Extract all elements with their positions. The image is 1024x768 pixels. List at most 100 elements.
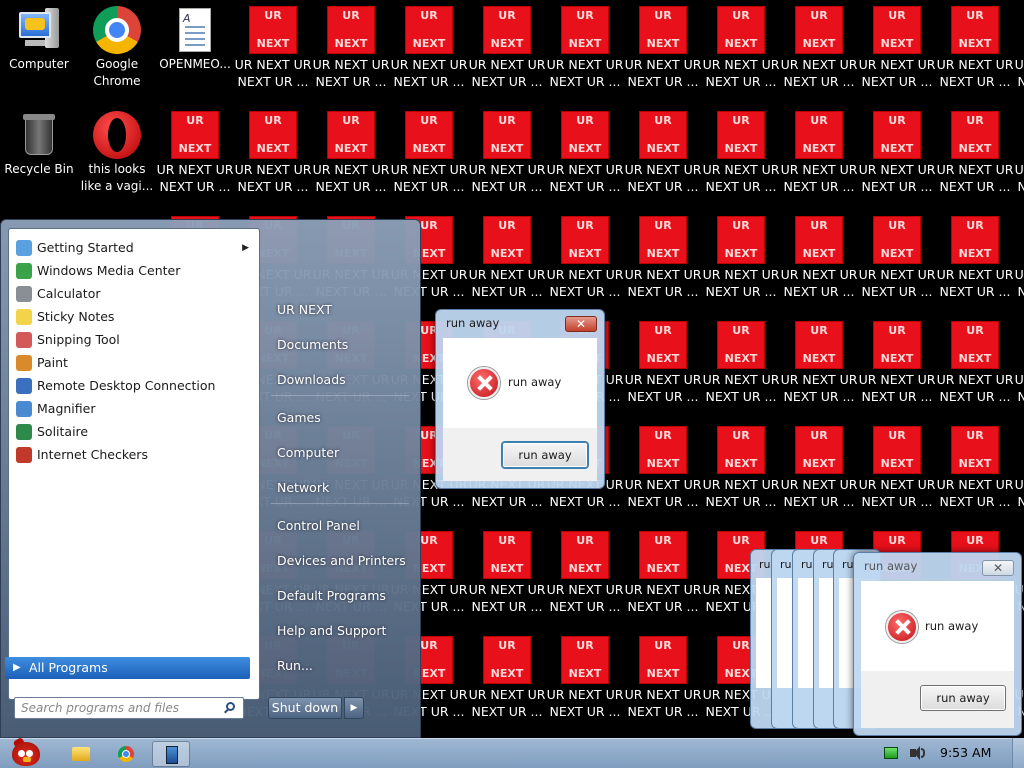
desktop-icon-ur-next[interactable]: URNEXTUR NEXT URNEXT UR ... [858, 0, 936, 90]
desktop-icon-ur-next[interactable]: URNEXTUR NEXT URNEXT UR ... [936, 315, 1014, 405]
desktop-icon-ur-next[interactable]: URNEXTUR NEXT URNEXT UR ... [624, 525, 702, 615]
desktop-icon-openmeo[interactable]: A OPENMEO... [156, 0, 234, 73]
desktop-icon-ur-next[interactable]: URNEXTUR NEXT URNEXT UR ... [546, 525, 624, 615]
run-away-dialog[interactable]: run away ✕ run away run away [435, 309, 605, 489]
desktop-icon-ur-next[interactable]: URNEXTUR NEXT URNEXT UR ... [702, 420, 780, 510]
desktop-icon-ur-next[interactable]: URNEXTUR NEXT URNEXT UR ... [780, 315, 858, 405]
show-desktop-button[interactable] [1012, 738, 1024, 768]
start-link-run[interactable]: Run... [277, 657, 313, 675]
desktop-icon-ur-next[interactable]: URNEXTUR NEXT URNEXT UR ... [1014, 315, 1024, 405]
desktop-icon-ur-next[interactable]: URNEXTUR NEXT URNEXT UR ... [624, 630, 702, 720]
desktop-icon-ur-next[interactable]: URNEXTUR NEXT URNEXT UR ... [624, 105, 702, 195]
desktop-icon-ur-next[interactable]: URNEXTUR NEXT URNEXT UR ... [312, 0, 390, 90]
start-link-control-panel[interactable]: Control Panel [277, 517, 360, 535]
desktop-icon-ur-next[interactable]: URNEXTUR NEXT URNEXT UR ... [156, 105, 234, 195]
start-program-remote-desktop-connection[interactable]: Remote Desktop Connection [13, 375, 257, 397]
desktop-icon-ur-next[interactable]: URNEXTUR NEXT URNEXT UR ... [546, 630, 624, 720]
desktop-icon-ur-next[interactable]: URNEXTUR NEXT URNEXT UR ... [546, 0, 624, 90]
desktop-icon-chrome[interactable]: Google Chrome [78, 0, 156, 90]
desktop-icon-label: UR NEXT UR [858, 162, 936, 177]
desktop-icon-ur-next[interactable]: URNEXTUR NEXT URNEXT UR ... [624, 315, 702, 405]
desktop-icon-ur-next[interactable]: URNEXTUR NEXT URNEXT UR ... [936, 420, 1014, 510]
next-text: NEXT [880, 457, 914, 470]
next-text: NEXT [802, 142, 836, 155]
desktop-icon-ur-next[interactable]: URNEXTUR NEXT URNEXT UR ... [936, 105, 1014, 195]
desktop-icon-ur-next[interactable]: URNEXTUR NEXT URNEXT UR ... [468, 105, 546, 195]
start-link-default-programs[interactable]: Default Programs [277, 587, 386, 605]
start-link-computer[interactable]: Computer [277, 444, 339, 462]
desktop-icon-ur-next[interactable]: URNEXTUR NEXT URNEXT UR ... [546, 105, 624, 195]
desktop-icon-ur-next[interactable]: URNEXTUR NEXT URNEXT UR ... [468, 0, 546, 90]
desktop-icon-recycle-bin[interactable]: Recycle Bin [0, 105, 78, 178]
start-program-sticky-notes[interactable]: Sticky Notes [13, 306, 257, 328]
taskbar-chrome-button[interactable] [107, 741, 145, 767]
desktop-icon-ur-next[interactable]: URNEXTUR NEXT URNEXT UR ... [702, 315, 780, 405]
desktop-icon-ur-next[interactable]: URNEXTUR NEXT URNEXT UR ... [468, 525, 546, 615]
start-link-ur-next[interactable]: UR NEXT [277, 301, 332, 319]
desktop-icon-ur-next[interactable]: URNEXTUR NEXT URNEXT UR ... [702, 105, 780, 195]
taskbar-explorer-button[interactable] [61, 741, 99, 767]
desktop-icon-ur-next[interactable]: URNEXTUR NEXT URNEXT UR ... [1014, 0, 1024, 90]
desktop-icon-ur-next[interactable]: URNEXTUR NEXT URNEXT UR ... [858, 105, 936, 195]
close-icon[interactable]: ✕ [982, 560, 1014, 576]
run-away-button[interactable]: run away [502, 442, 588, 468]
close-icon[interactable]: ✕ [565, 316, 597, 332]
ur-next-icon: UR NEXT [717, 426, 765, 474]
desktop-icon-opera[interactable]: this looks like a vagi... [78, 105, 156, 195]
run-away-dialog-front[interactable]: run away ✕ run away run away [853, 552, 1022, 736]
desktop-icon-ur-next[interactable]: URNEXTUR NEXT URNEXT UR ... [780, 210, 858, 300]
desktop-icon-ur-next[interactable]: URNEXTUR NEXT URNEXT UR ... [624, 420, 702, 510]
all-programs-button[interactable]: ▶ All Programs [5, 657, 250, 679]
start-program-solitaire[interactable]: Solitaire [13, 421, 257, 443]
start-link-help-and-support[interactable]: Help and Support [277, 622, 386, 640]
desktop-icon-ur-next[interactable]: URNEXTUR NEXT URNEXT UR ... [702, 0, 780, 90]
desktop-icon-computer[interactable]: Computer [0, 0, 78, 73]
shutdown-options-arrow-icon[interactable]: ▶ [344, 697, 364, 719]
start-program-internet-checkers[interactable]: Internet Checkers [13, 444, 257, 466]
desktop-icon-ur-next[interactable]: URNEXTUR NEXT URNEXT UR ... [936, 210, 1014, 300]
start-program-windows-media-center[interactable]: Windows Media Center [13, 260, 257, 282]
start-program-calculator[interactable]: Calculator [13, 283, 257, 305]
start-program-paint[interactable]: Paint [13, 352, 257, 374]
start-link-network[interactable]: Network [277, 479, 329, 497]
desktop-icon-ur-next[interactable]: URNEXTUR NEXT URNEXT UR ... [780, 105, 858, 195]
desktop-icon-ur-next[interactable]: URNEXTUR NEXT URNEXT UR ... [312, 105, 390, 195]
taskbar-window-button[interactable] [152, 741, 190, 767]
start-program-magnifier[interactable]: Magnifier [13, 398, 257, 420]
desktop-icon-ur-next[interactable]: URNEXTUR NEXT URNEXT UR ... [858, 210, 936, 300]
start-program-getting-started[interactable]: Getting Started ▶ [13, 237, 257, 259]
desktop-icon-label: UR NEXT UR [936, 57, 1014, 72]
start-link-devices-and-printers[interactable]: Devices and Printers [277, 552, 406, 570]
desktop-icon-ur-next[interactable]: URNEXTUR NEXT URNEXT UR ... [390, 105, 468, 195]
desktop-icon-ur-next[interactable]: URNEXTUR NEXT URNEXT UR ... [1014, 210, 1024, 300]
desktop-icon-ur-next[interactable]: URNEXTUR NEXT URNEXT UR ... [468, 210, 546, 300]
run-away-button[interactable]: run away [920, 685, 1006, 711]
start-program-snipping-tool[interactable]: Snipping Tool [13, 329, 257, 351]
desktop-icon-ur-next[interactable]: URNEXTUR NEXT URNEXT UR ... [702, 210, 780, 300]
desktop-icon-ur-next[interactable]: URNEXTUR NEXT URNEXT UR ... [468, 630, 546, 720]
volume-icon[interactable] [909, 745, 925, 761]
start-link-documents[interactable]: Documents [277, 336, 348, 354]
start-button[interactable] [4, 737, 46, 768]
shutdown-button[interactable]: Shut down [268, 697, 342, 719]
search-icon[interactable] [223, 701, 237, 715]
desktop-icon-ur-next[interactable]: URNEXTUR NEXT URNEXT UR ... [1014, 420, 1024, 510]
desktop-icon-ur-next[interactable]: URNEXTUR NEXT URNEXT UR ... [780, 420, 858, 510]
taskbar-clock[interactable]: 9:53 AM [940, 745, 991, 760]
desktop-icon-ur-next[interactable]: URNEXTUR NEXT URNEXT UR ... [858, 315, 936, 405]
desktop-icon-ur-next[interactable]: URNEXTUR NEXT URNEXT UR ... [390, 0, 468, 90]
desktop-icon-ur-next[interactable]: URNEXTUR NEXT URNEXT UR ... [1014, 105, 1024, 195]
desktop-icon-ur-next[interactable]: URNEXTUR NEXT URNEXT UR ... [780, 0, 858, 90]
network-icon[interactable] [884, 747, 898, 759]
desktop-icon-ur-next[interactable]: URNEXTUR NEXT URNEXT UR ... [936, 0, 1014, 90]
desktop-icon-ur-next[interactable]: URNEXTUR NEXT URNEXT UR ... [858, 420, 936, 510]
ur-next-icon: UR NEXT [717, 216, 765, 264]
desktop-icon-ur-next[interactable]: URNEXTUR NEXT URNEXT UR ... [546, 210, 624, 300]
desktop-icon-ur-next[interactable]: URNEXTUR NEXT URNEXT UR ... [234, 0, 312, 90]
start-link-downloads[interactable]: Downloads [277, 371, 346, 389]
desktop-icon-ur-next[interactable]: URNEXTUR NEXT URNEXT UR ... [624, 0, 702, 90]
desktop-icon-ur-next[interactable]: URNEXTUR NEXT URNEXT UR ... [624, 210, 702, 300]
start-link-games[interactable]: Games [277, 409, 321, 427]
start-search-input[interactable]: Search programs and files [14, 697, 244, 719]
desktop-icon-ur-next[interactable]: URNEXTUR NEXT URNEXT UR ... [234, 105, 312, 195]
